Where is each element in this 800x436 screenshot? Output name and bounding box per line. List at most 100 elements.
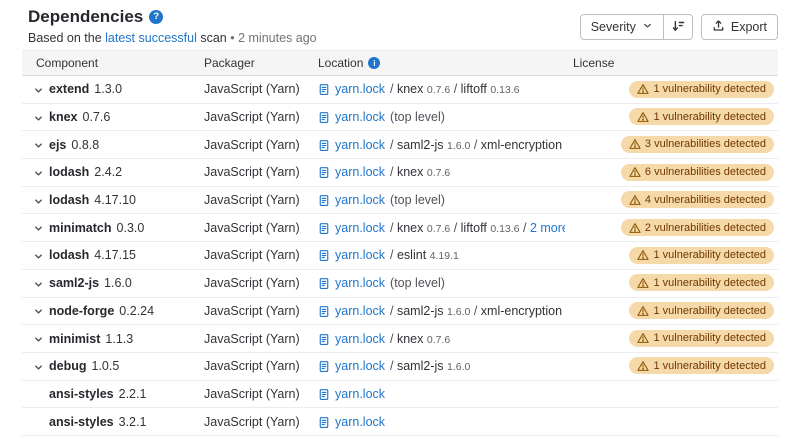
component-name: lodash [49,193,89,207]
header-left: Dependencies ? Based on the latest succe… [28,7,317,45]
location-cell: yarn.lock / knex 0.7.6 [310,332,565,346]
location-file-link[interactable]: yarn.lock [335,138,385,152]
location-cell: yarn.lock (top level) [310,193,565,207]
row-expand-chevron-icon[interactable] [33,306,44,317]
subtitle-suffix: scan [200,31,226,45]
component-cell: lodash 4.17.10 [22,193,196,207]
location-file-link[interactable]: yarn.lock [335,332,385,346]
dependency-rows: extend 1.3.0 JavaScript (Yarn) yarn.lock… [22,76,778,436]
vulnerability-badge[interactable]: 2 vulnerabilities detected [621,219,774,236]
component-name: ejs [49,138,66,152]
packager-cell: JavaScript (Yarn) [196,415,310,429]
component-name: minimist [49,332,100,346]
component-version: 0.7.6 [83,110,111,124]
component-version: 4.17.10 [94,193,136,207]
component-cell: minimist 1.1.3 [22,332,196,346]
row-expand-chevron-icon[interactable] [33,279,44,290]
location-file-link[interactable]: yarn.lock [335,276,385,290]
file-icon [318,305,330,318]
vulnerability-badge[interactable]: 1 vulnerability detected [629,247,774,264]
vulnerability-badge[interactable]: 1 vulnerability detected [629,108,774,125]
component-cell: lodash 2.4.2 [22,165,196,179]
row-expand-chevron-icon[interactable] [33,168,44,179]
row-expand-chevron-icon[interactable] [33,334,44,345]
location-more-link[interactable]: 2 more [530,221,565,235]
vulnerability-badge-label: 1 vulnerability detected [653,332,766,344]
page-title: Dependencies [28,7,143,27]
page-header: Dependencies ? Based on the latest succe… [0,0,800,50]
file-icon [318,111,330,124]
location-file-link[interactable]: yarn.lock [335,248,385,262]
vulnerability-badge[interactable]: 1 vulnerability detected [629,330,774,347]
location-cell: yarn.lock / eslint 4.19.1 [310,248,565,262]
location-file-link[interactable]: yarn.lock [335,110,385,124]
scan-time: • 2 minutes ago [230,31,316,45]
vulnerability-badge-label: 1 vulnerability detected [653,277,766,289]
component-version: 0.2.24 [119,304,154,318]
row-expand-chevron-icon[interactable] [33,251,44,262]
row-expand-chevron-icon[interactable] [33,140,44,151]
vulnerability-badge[interactable]: 1 vulnerability detected [629,81,774,98]
component-name: knex [49,110,78,124]
help-icon[interactable]: ? [149,10,163,24]
location-file-link[interactable]: yarn.lock [335,359,385,373]
location-cell: yarn.lock / saml2-js 1.6.0 [310,359,565,373]
component-cell: ansi-styles 2.2.1 [22,387,196,401]
row-expand-chevron-icon[interactable] [33,113,44,124]
vulnerability-badge[interactable]: 1 vulnerability detected [629,274,774,291]
vulnerability-badge[interactable]: 1 vulnerability detected [629,302,774,319]
badge-cell: 4 vulnerabilities detected [613,191,778,209]
vulnerability-badge[interactable]: 1 vulnerability detected [629,357,774,374]
sort-direction-button[interactable] [664,14,693,40]
component-cell: knex 0.7.6 [22,110,196,124]
component-version: 4.17.15 [94,248,136,262]
component-name: lodash [49,248,89,262]
location-path: (top level) [390,276,445,290]
location-path: / saml2-js 1.6.0 / xml-encryption 0.7.4 [390,304,565,318]
badge-cell: 6 vulnerabilities detected [613,164,778,182]
row-expand-chevron-icon[interactable] [33,196,44,207]
location-info-icon[interactable]: i [368,57,380,69]
severity-dropdown-button[interactable]: Severity [580,14,664,40]
row-expand-chevron-icon[interactable] [33,85,44,96]
badge-cell: 2 vulnerabilities detected [613,219,778,237]
location-file-link[interactable]: yarn.lock [335,387,385,401]
vulnerability-badge[interactable]: 3 vulnerabilities detected [621,136,774,153]
column-header-license: License [565,56,762,70]
column-header-component: Component [22,56,196,70]
row-expand-chevron-icon[interactable] [33,223,44,234]
location-file-link[interactable]: yarn.lock [335,221,385,235]
vulnerability-badge-label: 1 vulnerability detected [653,249,766,261]
location-file-link[interactable]: yarn.lock [335,82,385,96]
severity-dropdown-label: Severity [591,20,636,34]
component-version: 2.4.2 [94,165,122,179]
export-button[interactable]: Export [701,14,778,40]
packager-cell: JavaScript (Yarn) [196,387,310,401]
vulnerability-badge[interactable]: 4 vulnerabilities detected [621,191,774,208]
file-icon [318,416,330,429]
toolbar: Severity Export [580,14,778,40]
file-icon [318,388,330,401]
packager-cell: JavaScript (Yarn) [196,110,310,124]
table-row: saml2-js 1.6.0 JavaScript (Yarn) yarn.lo… [22,270,778,298]
location-cell: yarn.lock / knex 0.7.6 / liftoff 0.13.6 [310,82,565,96]
location-path: / saml2-js 1.6.0 / xml-encryption 0.7.4 [390,138,565,152]
location-path: / knex 0.7.6 [390,332,450,346]
component-name: saml2-js [49,276,99,290]
packager-cell: JavaScript (Yarn) [196,332,310,346]
location-file-link[interactable]: yarn.lock [335,304,385,318]
location-cell: yarn.lock / saml2-js 1.6.0 / xml-encrypt… [310,304,565,318]
location-cell: yarn.lock / knex 0.7.6 / liftoff 0.13.6 … [310,221,565,235]
component-cell: ansi-styles 3.2.1 [22,415,196,429]
location-file-link[interactable]: yarn.lock [335,165,385,179]
location-file-link[interactable]: yarn.lock [335,193,385,207]
file-icon [318,139,330,152]
latest-scan-link[interactable]: latest successful [105,31,197,45]
location-file-link[interactable]: yarn.lock [335,415,385,429]
file-icon [318,166,330,179]
file-icon [318,360,330,373]
row-expand-chevron-icon[interactable] [33,362,44,373]
vulnerability-badge[interactable]: 6 vulnerabilities detected [621,164,774,181]
table-row: extend 1.3.0 JavaScript (Yarn) yarn.lock… [22,76,778,104]
location-cell: yarn.lock / saml2-js 1.6.0 / xml-encrypt… [310,138,565,152]
